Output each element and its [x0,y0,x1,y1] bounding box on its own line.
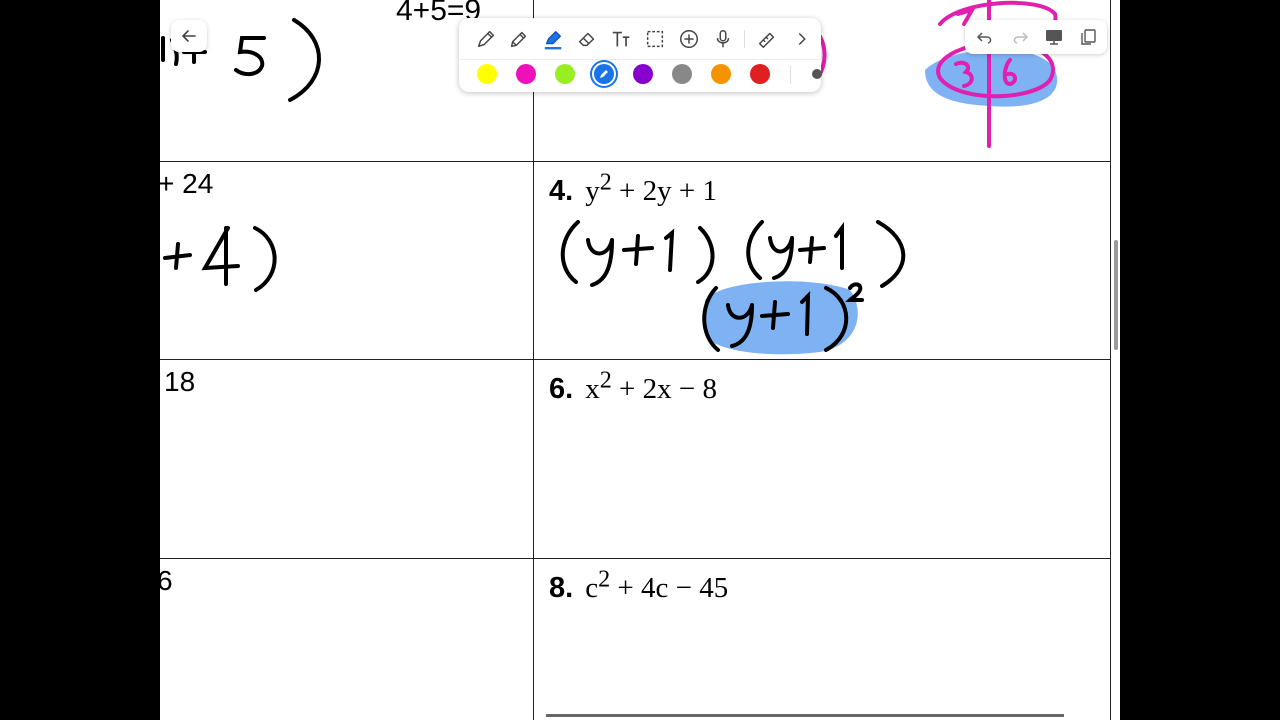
undo-icon [976,32,992,44]
pages-button[interactable] [1076,25,1100,49]
color-swatch-gray[interactable] [672,64,692,84]
redo-button[interactable] [1008,25,1032,49]
redo-icon [1013,32,1029,44]
pencil-icon[interactable] [473,26,499,52]
add-circle-icon[interactable] [676,26,702,52]
color-swatch-magenta[interactable] [516,64,536,84]
pen-icon[interactable] [506,26,532,52]
microphone-icon[interactable] [710,26,736,52]
color-swatch-purple[interactable] [633,64,653,84]
stroke-size-dot[interactable] [812,69,822,79]
color-swatch-red[interactable] [750,64,770,84]
undo-button[interactable] [973,25,997,49]
lasso-select-icon[interactable] [642,26,668,52]
toolbar-divider [459,59,821,60]
document-actions-bar [965,20,1107,54]
worksheet-page[interactable]: + 24 18 6 4. y2 + 2y + 1 6. x2 + 2x − 8 8.… [160,0,1120,720]
handwriting-layer[interactable]: 4+5=9 [160,0,1120,720]
selected-pencil-icon [600,70,608,78]
toolbar-separator [790,66,791,84]
eraser-icon[interactable] [574,26,600,52]
handwriting-row2-left [163,226,277,292]
vertical-scrollbar[interactable] [1114,240,1118,350]
color-swatch-lime[interactable] [555,64,575,84]
text-icon[interactable] [608,26,634,52]
back-arrow-icon [181,30,196,42]
back-button[interactable] [171,20,207,52]
handwriting-row2-factored [560,220,906,288]
copy-pages-icon [1081,29,1096,45]
annotation-toolbar [459,18,822,92]
ruler-icon[interactable] [754,26,780,52]
color-swatch-yellow[interactable] [477,64,497,84]
chevron-right-icon[interactable] [789,26,815,52]
highlighter-icon[interactable] [540,26,566,52]
present-button[interactable] [1042,25,1066,49]
color-swatch-orange[interactable] [711,64,731,84]
color-swatch-blue-selected[interactable] [594,64,614,84]
monitor-icon [1046,30,1062,45]
toolbar-separator [744,30,745,48]
